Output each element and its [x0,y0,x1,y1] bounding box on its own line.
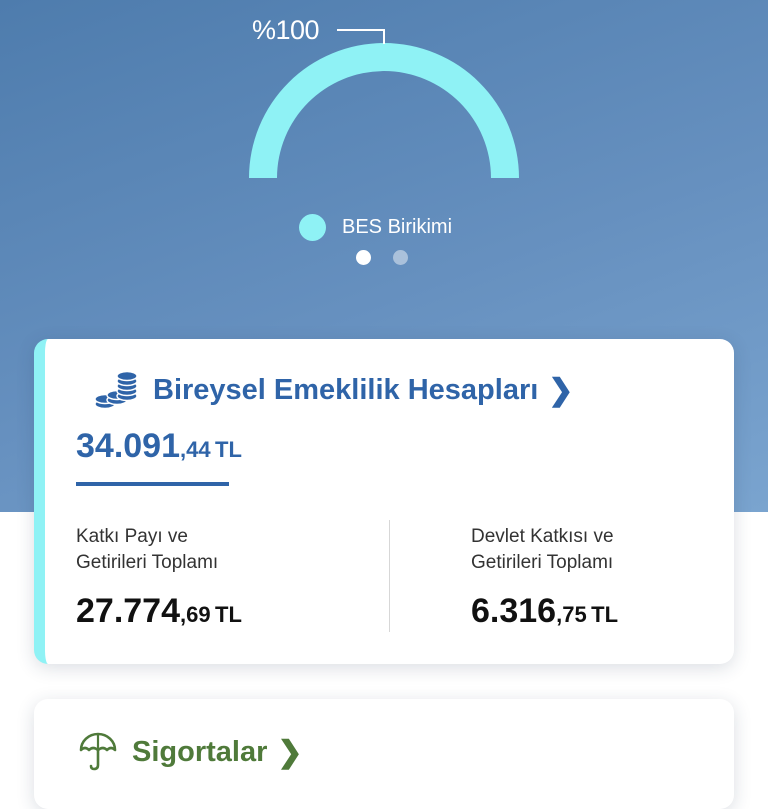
state-contribution-label-line2: Getirileri Toplamı [471,552,614,573]
bes-total-integer: 34.091 [76,427,180,465]
insurance-card-header[interactable]: Sigortalar ❯ [78,732,303,772]
bes-total-decimal: ,44 [180,437,211,462]
legend-label: BES Birikimi [342,215,453,238]
state-contribution-label: Devlet Katkısı ve Getirileri Toplamı [471,524,701,576]
state-contribution-amount: 6.316,75 TL [471,592,618,631]
chevron-right-icon: ❯ [548,373,574,407]
insurance-card[interactable]: Sigortalar ❯ [34,699,734,809]
contribution-label: Katkı Payı ve Getirileri Toplamı [76,524,306,576]
gauge-legend: BES Birikimi [299,213,452,241]
contribution-label-line2: Getirileri Toplamı [76,552,219,573]
carousel-pager [356,250,430,265]
gauge-percent-label: %100 [252,15,320,45]
bes-total-currency: TL [215,437,242,462]
legend-dot-icon [299,213,326,241]
column-divider [389,520,390,632]
state-contribution-currency: TL [591,602,619,627]
coins-stack-icon [94,370,138,410]
umbrella-icon [79,732,117,771]
bes-total-amount: 34.091,44 TL [76,427,242,466]
state-contribution-decimal: ,75 [556,602,587,627]
contribution-currency: TL [215,602,242,627]
contribution-integer: 27.774 [76,592,180,630]
contribution-label-line1: Katkı Payı ve [76,526,188,547]
contribution-decimal: ,69 [180,602,211,627]
pager-dot-2[interactable] [393,250,408,265]
contribution-amount: 27.774,69 TL [76,592,242,631]
bes-card[interactable]: Bireysel Emeklilik Hesapları ❯ 34.091,44… [34,339,734,664]
gauge-arc [249,43,519,179]
pager-dot-1[interactable] [356,250,371,265]
bes-card-header[interactable]: Bireysel Emeklilik Hesapları ❯ [93,367,573,413]
state-contribution-integer: 6.316 [471,592,557,630]
chevron-right-icon: ❯ [277,735,303,769]
state-contribution-label-line1: Devlet Katkısı ve [471,526,614,547]
insurance-card-title: Sigortalar [132,735,268,768]
bes-card-title: Bireysel Emeklilik Hesapları [153,373,539,406]
gauge-leader-line [337,29,385,44]
total-underline [76,482,229,486]
